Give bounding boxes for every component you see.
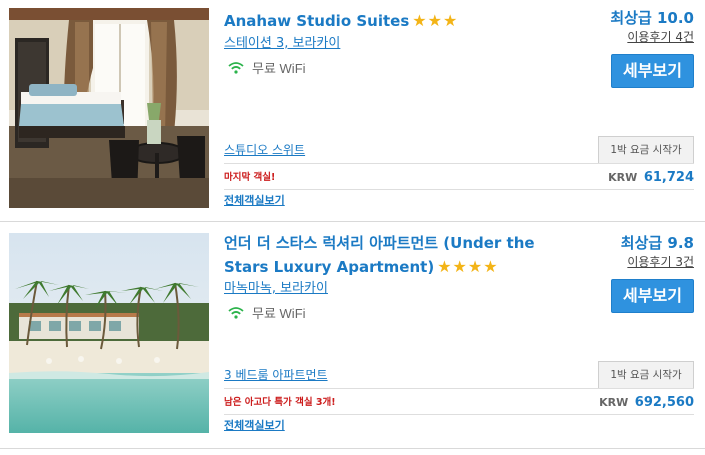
amenity-wifi: 무료 WiFi bbox=[228, 58, 306, 76]
score-block: 최상급 10.0 이용후기 4건 bbox=[610, 8, 694, 46]
hotel-card: 언더 더 스타스 럭셔리 아파트먼트 (Under the Stars Luxu… bbox=[0, 225, 705, 446]
reviews-count-link[interactable]: 이용후기 3건 bbox=[621, 254, 694, 271]
details-button[interactable]: 세부보기 bbox=[611, 54, 694, 88]
hotel-name-link[interactable]: Anahaw Studio Suites ★★★ bbox=[224, 9, 458, 33]
details-button[interactable]: 세부보기 bbox=[611, 279, 694, 313]
price-amount: 61,724 bbox=[643, 170, 694, 185]
price: KRW 61,724 bbox=[608, 170, 694, 186]
hotel-photo[interactable] bbox=[9, 8, 209, 208]
divider bbox=[224, 163, 694, 164]
room-type-link[interactable]: 스튜디오 스위트 bbox=[224, 142, 305, 158]
hotel-location-link[interactable]: 스테이션 3, 보라카이 bbox=[224, 35, 340, 52]
hotel-photo[interactable] bbox=[9, 233, 209, 433]
divider bbox=[224, 414, 694, 415]
star-rating-icon: ★★★ bbox=[412, 11, 459, 30]
star-rating-icon: ★★★★ bbox=[437, 257, 499, 276]
currency-code: KRW bbox=[599, 396, 629, 409]
room-type-link[interactable]: 3 베드룸 아파트먼트 bbox=[224, 367, 328, 383]
reviews-count-link[interactable]: 이용후기 4건 bbox=[610, 29, 694, 46]
currency-code: KRW bbox=[608, 171, 638, 184]
availability-alert: 마지막 객실! bbox=[224, 172, 276, 183]
score-block: 최상급 9.8 이용후기 3건 bbox=[621, 233, 694, 271]
view-all-rooms-link[interactable]: 전체객실보기 bbox=[224, 419, 285, 433]
hotel-card: Anahaw Studio Suites ★★★ 스테이션 3, 보라카이 무료 … bbox=[0, 0, 705, 222]
review-score: 최상급 9.8 bbox=[620, 234, 694, 252]
price-from-label: 1박 요금 시작가 bbox=[598, 136, 694, 164]
hotel-name[interactable]: Anahaw Studio Suites bbox=[224, 12, 409, 30]
view-all-rooms-link[interactable]: 전체객실보기 bbox=[224, 194, 285, 208]
wifi-icon bbox=[228, 306, 244, 319]
card-separator bbox=[0, 448, 705, 449]
price: KRW 692,560 bbox=[599, 395, 694, 411]
hotel-location-link[interactable]: 마녹마녹, 보라카이 bbox=[224, 280, 328, 297]
hotel-name-line1[interactable]: 언더 더 스타스 럭셔리 아파트먼트 (Under the bbox=[224, 231, 584, 255]
availability-alert: 남은 아고다 특가 객실 3개! bbox=[224, 397, 336, 408]
hotel-name-link[interactable]: 언더 더 스타스 럭셔리 아파트먼트 (Under the Stars Luxu… bbox=[224, 231, 584, 279]
wifi-icon bbox=[228, 61, 244, 74]
wifi-label: 무료 WiFi bbox=[252, 305, 306, 321]
divider bbox=[224, 189, 694, 190]
price-amount: 692,560 bbox=[634, 395, 694, 410]
card-separator bbox=[0, 221, 705, 222]
divider bbox=[224, 388, 694, 389]
hotel-name-line2[interactable]: Stars Luxury Apartment) bbox=[224, 258, 434, 276]
wifi-label: 무료 WiFi bbox=[252, 60, 306, 76]
price-from-label: 1박 요금 시작가 bbox=[598, 361, 694, 389]
amenity-wifi: 무료 WiFi bbox=[228, 303, 306, 321]
review-score: 최상급 10.0 bbox=[610, 9, 694, 27]
